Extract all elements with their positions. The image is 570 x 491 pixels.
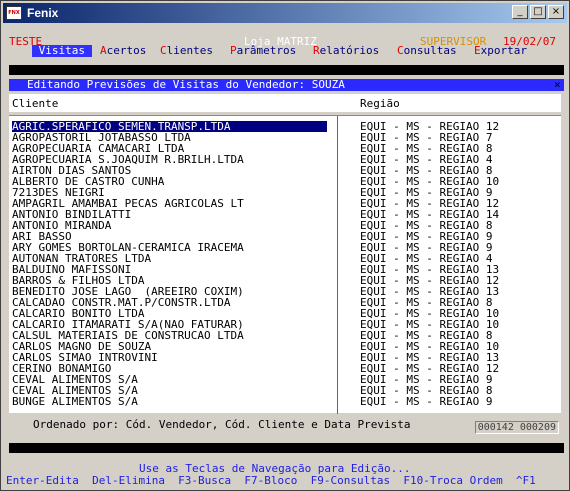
menu-item-consultas[interactable]: Consultas xyxy=(397,45,457,57)
minimize-button[interactable]: _ xyxy=(512,5,528,19)
edit-visits-dialog: Editando Previsões de Visitas do Vendedo… xyxy=(4,79,567,439)
table-row[interactable]: BUNGE ALIMENTOS S/A EQUI - MS - REGIAO 9 xyxy=(12,396,557,407)
app-window: FNX Fenix _ □ × TESTE Loja MATRIZ SUPERV… xyxy=(0,0,570,491)
menu-hotkey: A xyxy=(100,44,107,57)
bottom-separator-bar xyxy=(9,443,564,453)
menu-label: certos xyxy=(106,44,147,57)
maximize-button[interactable]: □ xyxy=(530,5,546,19)
menu-label: elatórios xyxy=(319,44,380,57)
dialog-title: Editando Previsões de Visitas do Vendedo… xyxy=(27,78,345,91)
dialog-footer: Ordenado por: Cód. Vendedor, Cód. Client… xyxy=(9,416,561,434)
dialog-close-icon[interactable]: × xyxy=(554,79,564,90)
menu-item-parametros[interactable]: Parâmetros xyxy=(230,45,296,57)
menu-hotkey: E xyxy=(474,44,481,57)
column-region-header: Região xyxy=(360,97,400,110)
menu-hotkey: C xyxy=(160,44,167,57)
menu-label: isitas xyxy=(45,44,85,57)
menu-item-acertos[interactable]: Acertos xyxy=(100,45,146,57)
terminal-screen: TESTE Loja MATRIZ SUPERVISOR 19/02/07 Vi… xyxy=(4,25,567,488)
column-client-header: Cliente xyxy=(12,97,59,110)
menu-label: onsultas xyxy=(403,44,457,57)
menu-item-exportar[interactable]: Exportar xyxy=(474,45,527,57)
window-title: Fenix xyxy=(27,6,59,20)
menu-hotkey: C xyxy=(397,44,404,57)
menu-hotkey: R xyxy=(313,44,320,57)
record-counter: 000142 000209 xyxy=(474,421,559,434)
client-cell: BUNGE ALIMENTOS S/A xyxy=(12,395,138,408)
sort-order-label: Ordenado por: Cód. Vendedor, Cód. Client… xyxy=(33,418,411,431)
title-bar[interactable]: FNX Fenix _ □ × xyxy=(3,3,567,23)
visits-list[interactable]: AGRIC.SPERAFICO SEMEN.TRANSP.LTDA EQUI - … xyxy=(9,115,561,414)
menu-label: xportar xyxy=(480,44,527,57)
close-button[interactable]: × xyxy=(548,5,564,19)
function-key-bar[interactable]: Enter-Edita Del-Elimina F3-Busca F7-Bloc… xyxy=(6,475,536,486)
help-hint: Use as Teclas de Navegação para Edição..… xyxy=(139,462,411,475)
menu-item-clientes[interactable]: Clientes xyxy=(160,45,213,57)
menu-label: lientes xyxy=(166,44,213,57)
fenix-app-icon: FNX xyxy=(6,6,22,20)
menu-item-relatorios[interactable]: Relatórios xyxy=(313,45,379,57)
dialog-title-bar: Editando Previsões de Visitas do Vendedo… xyxy=(9,79,564,91)
region-cell: EQUI - MS - REGIAO 9 xyxy=(360,395,493,408)
column-header: Cliente Região xyxy=(9,94,561,112)
menu-hotkey: P xyxy=(230,44,237,57)
menu-label: arâmetros xyxy=(236,44,297,57)
separator-bar xyxy=(9,65,564,75)
menu-item-visitas[interactable]: Visitas xyxy=(32,45,92,57)
